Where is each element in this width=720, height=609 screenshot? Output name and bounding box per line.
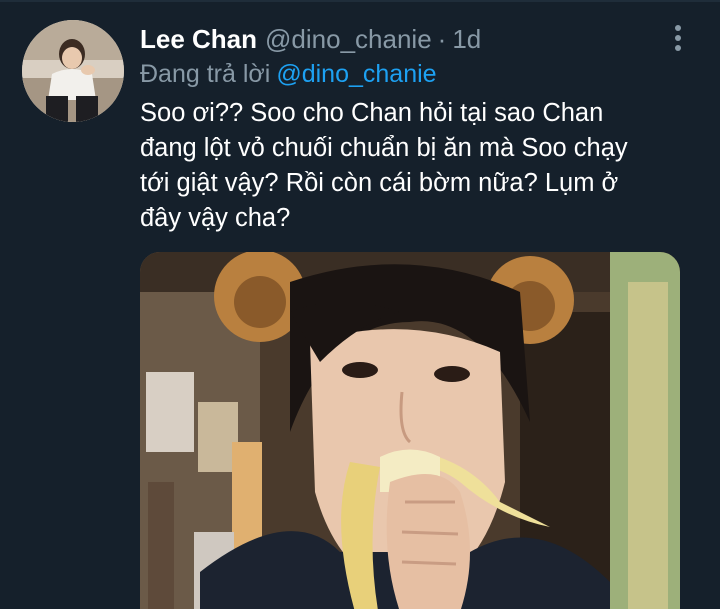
photo-content	[140, 252, 680, 609]
avatar-photo	[22, 20, 124, 122]
tweet-header: Lee Chan @dino_chanie · 1d	[140, 24, 481, 58]
tweet-card[interactable]: Lee Chan @dino_chanie · 1d Đang trả lời @…	[0, 0, 720, 609]
timestamp[interactable]: 1d	[452, 24, 481, 55]
reply-prefix: Đang trả lời	[140, 60, 271, 88]
replying-to: Đang trả lời @dino_chanie	[140, 60, 437, 89]
attached-photo[interactable]	[140, 252, 680, 609]
user-handle[interactable]: @dino_chanie	[265, 24, 432, 55]
tweet-text: Soo ơi?? Soo cho Chan hỏi tại sao Chan đ…	[140, 99, 628, 232]
display-name[interactable]: Lee Chan	[140, 24, 257, 55]
dot	[675, 35, 681, 41]
divider	[0, 0, 720, 2]
dot	[675, 45, 681, 51]
avatar[interactable]	[22, 20, 124, 122]
more-vertical-icon[interactable]	[664, 24, 692, 52]
separator: ·	[437, 24, 447, 54]
reply-handle-link[interactable]: @dino_chanie	[276, 60, 436, 88]
dot	[675, 25, 681, 31]
